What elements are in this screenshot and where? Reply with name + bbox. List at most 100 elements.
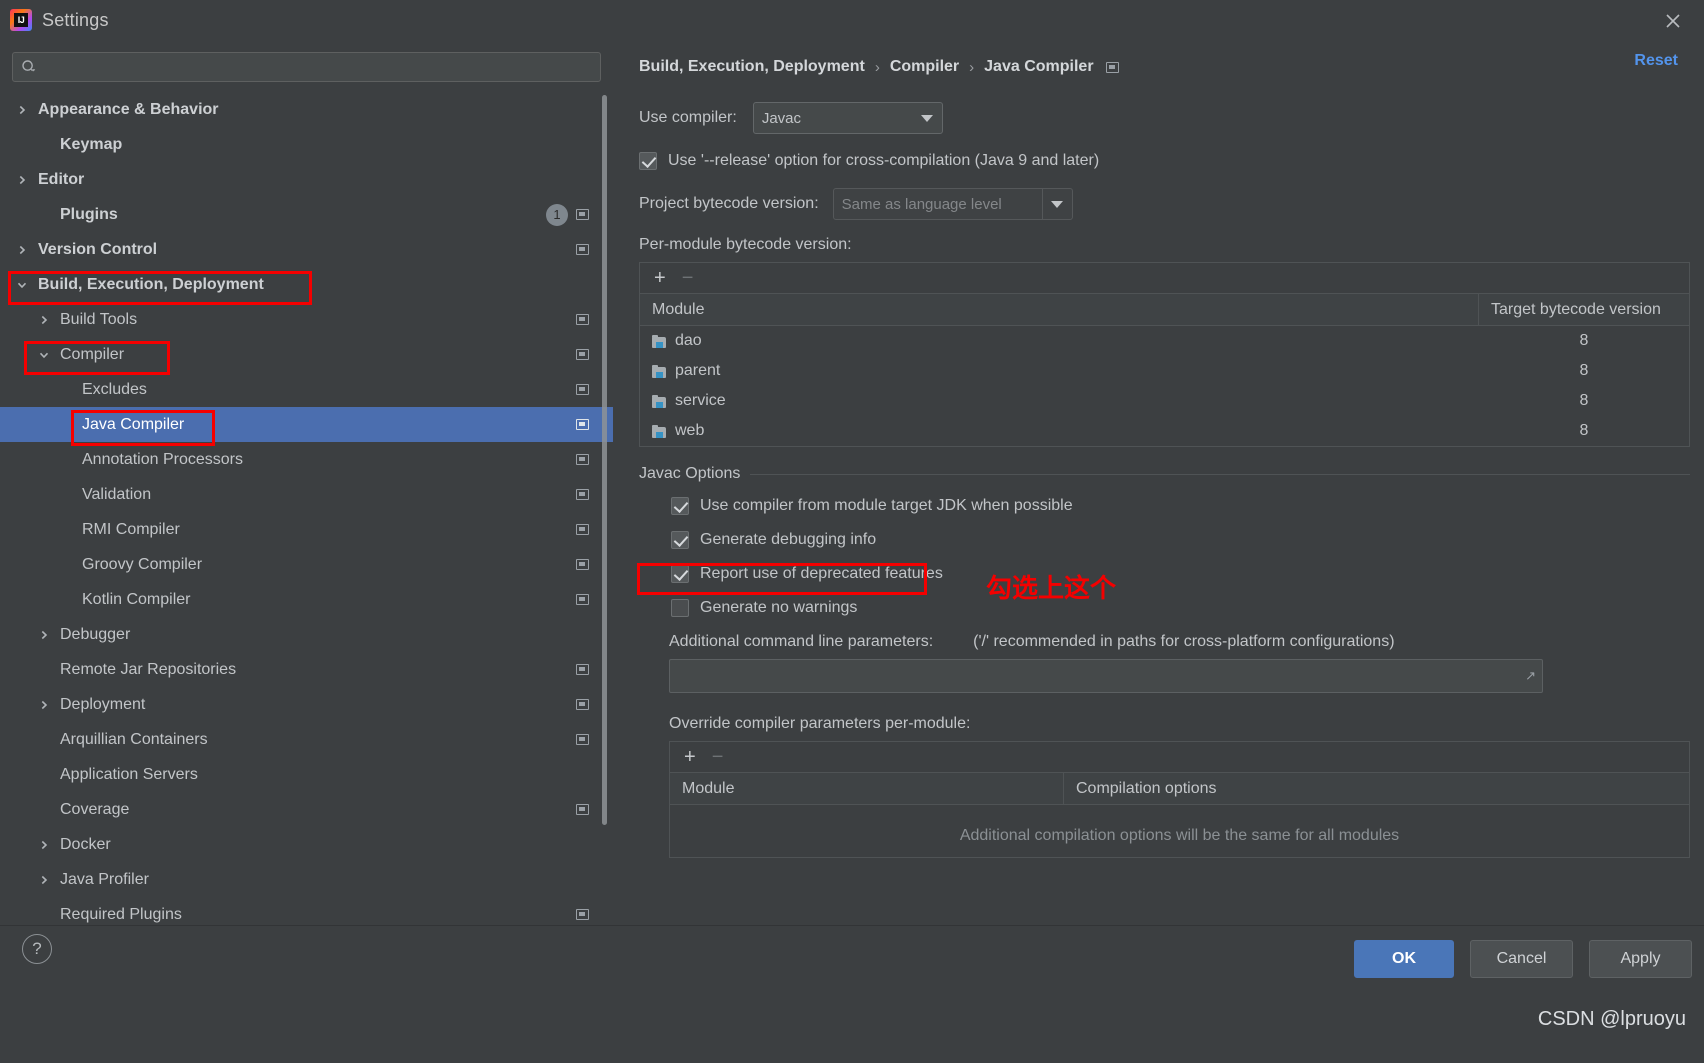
settings-copy-icon[interactable] [576, 699, 589, 710]
chevron-right-icon[interactable] [14, 102, 30, 118]
javac-option-generate-no-warnings-row[interactable]: Generate no warnings [671, 599, 1704, 617]
chevron-right-icon[interactable] [36, 627, 52, 643]
sidebar-item-groovy-compiler[interactable]: Groovy Compiler [0, 547, 613, 582]
javac-option-generate-debugging-info-row[interactable]: Generate debugging info [671, 531, 1704, 549]
javac-option-report-use-of-deprecated-features-checkbox[interactable] [671, 565, 689, 583]
sidebar-item-kotlin-compiler[interactable]: Kotlin Compiler [0, 582, 613, 617]
settings-copy-icon[interactable] [576, 489, 589, 500]
settings-copy-icon[interactable] [576, 314, 589, 325]
settings-copy-icon[interactable] [576, 384, 589, 395]
sidebar-item-plugins[interactable]: Plugins 1 [0, 197, 613, 232]
help-button[interactable]: ? [22, 934, 52, 964]
close-icon[interactable] [1660, 8, 1686, 34]
sidebar-item-label: Application Servers [60, 765, 198, 783]
javac-option-generate-debugging-info-label: Generate debugging info [700, 531, 877, 548]
settings-copy-icon[interactable] [576, 804, 589, 815]
sidebar-item-annotation-processors[interactable]: Annotation Processors [0, 442, 613, 477]
table-row[interactable]: dao 8 [640, 326, 1689, 356]
chevron-right-icon[interactable] [36, 697, 52, 713]
javac-option-report-use-of-deprecated-features-row[interactable]: Report use of deprecated features [671, 565, 1704, 583]
target-bytecode-cell[interactable]: 8 [1479, 422, 1689, 440]
chevron-right-icon[interactable] [14, 172, 30, 188]
settings-copy-icon[interactable] [576, 594, 589, 605]
ok-button[interactable]: OK [1354, 940, 1454, 978]
sidebar-item-coverage[interactable]: Coverage [0, 792, 613, 827]
chevron-down-icon[interactable] [36, 347, 52, 363]
settings-copy-icon[interactable] [576, 244, 589, 255]
sidebar-item-required-plugins[interactable]: Required Plugins [0, 897, 613, 925]
sidebar-item-docker[interactable]: Docker [0, 827, 613, 862]
javac-option-generate-no-warnings-checkbox[interactable] [671, 599, 689, 617]
breadcrumb-item-1[interactable]: Compiler [890, 58, 959, 76]
sidebar-item-build-execution-deployment[interactable]: Build, Execution, Deployment [0, 267, 613, 302]
reset-link[interactable]: Reset [1634, 52, 1678, 70]
sidebar-item-application-servers[interactable]: Application Servers [0, 757, 613, 792]
sidebar-item-editor[interactable]: Editor [0, 162, 613, 197]
column-header-target-bytecode[interactable]: Target bytecode version [1479, 294, 1689, 325]
table-row[interactable]: parent 8 [640, 356, 1689, 386]
column-header-module[interactable]: Module [670, 773, 1064, 804]
breadcrumb-item-2[interactable]: Java Compiler [984, 58, 1093, 76]
column-header-compilation-options[interactable]: Compilation options [1064, 773, 1689, 804]
settings-copy-icon[interactable] [576, 209, 589, 220]
sidebar-scrollbar[interactable] [602, 95, 607, 825]
settings-copy-icon[interactable] [576, 559, 589, 570]
settings-copy-icon[interactable] [1105, 61, 1119, 73]
sidebar-item-excludes[interactable]: Excludes [0, 372, 613, 407]
project-bytecode-select[interactable]: Same as language level [832, 188, 1073, 220]
sidebar-item-label: Required Plugins [60, 905, 182, 923]
settings-copy-icon[interactable] [576, 734, 589, 745]
use-compiler-select[interactable]: Javac [752, 102, 943, 134]
search-input[interactable] [37, 59, 592, 75]
sidebar-item-badge: 1 [546, 203, 568, 226]
sidebar-item-arquillian-containers[interactable]: Arquillian Containers [0, 722, 613, 757]
plus-icon[interactable]: + [654, 268, 666, 288]
column-header-module[interactable]: Module [640, 294, 1479, 325]
settings-copy-icon[interactable] [576, 419, 589, 430]
target-bytecode-cell[interactable]: 8 [1479, 332, 1689, 350]
sidebar-item-build-tools[interactable]: Build Tools [0, 302, 613, 337]
sidebar-item-debugger[interactable]: Debugger [0, 617, 613, 652]
use-release-option-row[interactable]: Use '--release' option for cross-compila… [639, 152, 1704, 170]
sidebar-item-keymap[interactable]: Keymap [0, 127, 613, 162]
target-bytecode-cell[interactable]: 8 [1479, 392, 1689, 410]
sidebar-item-label: Keymap [60, 135, 123, 153]
sidebar-item-java-compiler[interactable]: Java Compiler [0, 407, 613, 442]
sidebar-item-appearance-behavior[interactable]: Appearance & Behavior [0, 92, 613, 127]
javac-option-use-compiler-from-module-target-jdk-when-possible-checkbox[interactable] [671, 497, 689, 515]
chevron-right-icon[interactable] [36, 872, 52, 888]
table-row[interactable]: web 8 [640, 416, 1689, 446]
apply-button[interactable]: Apply [1589, 940, 1692, 978]
chevron-down-icon[interactable] [14, 277, 30, 293]
chevron-right-icon[interactable] [36, 312, 52, 328]
sidebar-item-validation[interactable]: Validation [0, 477, 613, 512]
settings-copy-icon[interactable] [576, 454, 589, 465]
sidebar-item-java-profiler[interactable]: Java Profiler [0, 862, 613, 897]
breadcrumb-separator: › [969, 58, 975, 76]
chevron-right-icon[interactable] [36, 837, 52, 853]
search-box[interactable] [12, 52, 601, 82]
sidebar-item-compiler[interactable]: Compiler [0, 337, 613, 372]
settings-copy-icon[interactable] [576, 909, 589, 920]
override-table-header: Module Compilation options [670, 772, 1689, 805]
settings-copy-icon[interactable] [576, 524, 589, 535]
settings-copy-icon[interactable] [576, 349, 589, 360]
javac-option-report-use-of-deprecated-features-label: Report use of deprecated features [700, 565, 943, 582]
sidebar-item-remote-jar-repositories[interactable]: Remote Jar Repositories [0, 652, 613, 687]
expand-icon[interactable]: ↗ [1525, 668, 1536, 684]
cancel-button[interactable]: Cancel [1470, 940, 1573, 978]
chevron-right-icon[interactable] [14, 242, 30, 258]
additional-params-input[interactable]: ↗ [669, 659, 1543, 693]
javac-option-generate-debugging-info-checkbox[interactable] [671, 531, 689, 549]
settings-copy-icon[interactable] [576, 664, 589, 675]
plus-icon[interactable]: + [684, 747, 696, 767]
sidebar-item-version-control[interactable]: Version Control [0, 232, 613, 267]
table-row[interactable]: service 8 [640, 386, 1689, 416]
use-release-option-checkbox[interactable] [639, 152, 657, 170]
breadcrumb-item-0[interactable]: Build, Execution, Deployment [639, 58, 865, 76]
override-table-toolbar: + − [670, 742, 1689, 772]
target-bytecode-cell[interactable]: 8 [1479, 362, 1689, 380]
sidebar-item-deployment[interactable]: Deployment [0, 687, 613, 722]
sidebar-item-rmi-compiler[interactable]: RMI Compiler [0, 512, 613, 547]
javac-option-use-compiler-from-module-target-jdk-when-possible-row[interactable]: Use compiler from module target JDK when… [671, 497, 1704, 515]
